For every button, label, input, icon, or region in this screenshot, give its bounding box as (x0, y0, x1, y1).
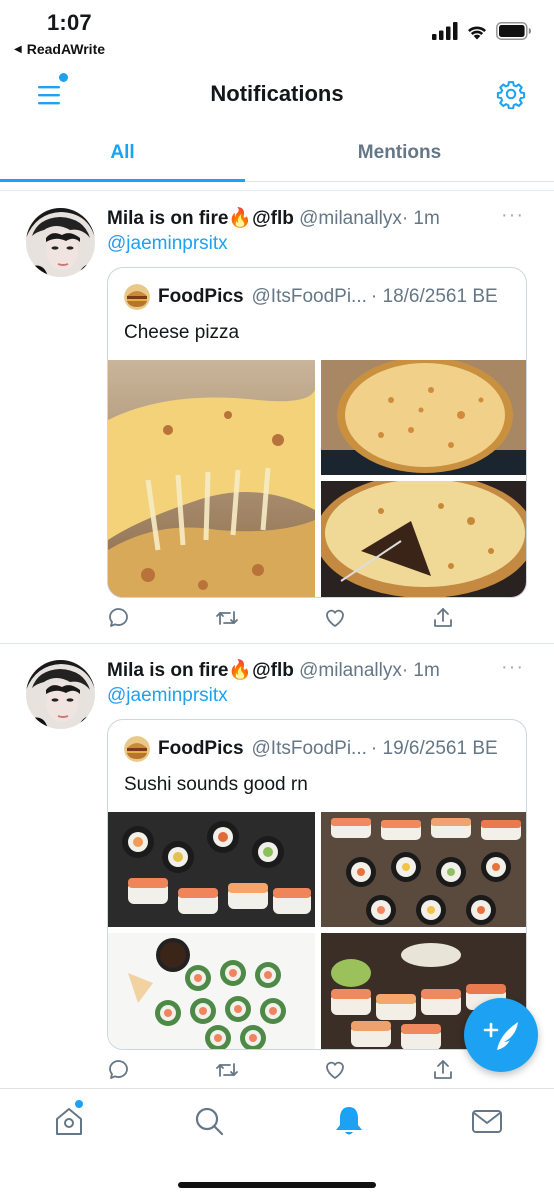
mail-icon[interactable] (470, 1104, 504, 1138)
menu-notification-dot (59, 73, 68, 82)
user-name-suffix: @flb (252, 660, 294, 681)
gear-icon[interactable] (496, 79, 526, 110)
fire-emoji: 🔥 (228, 660, 253, 681)
quoted-tweet-date: · 18/6/2561 BE (370, 286, 498, 307)
status-time: 1:07 (47, 10, 92, 35)
media-grid (108, 360, 526, 597)
share-icon[interactable] (431, 1058, 457, 1084)
quoted-tweet-header: FoodPics @ItsFoodPi... · 18/6/2561 BE (124, 284, 498, 310)
tweet-actions (107, 1058, 487, 1088)
media-image[interactable] (321, 481, 526, 597)
tweet-time: · 1m (401, 208, 440, 229)
mention-link[interactable]: @jaeminprsitx (107, 233, 228, 255)
reply-icon[interactable] (107, 1058, 133, 1084)
fire-emoji: 🔥 (228, 208, 253, 229)
tweet-actions (107, 606, 487, 636)
active-tab-indicator (0, 179, 245, 182)
back-app-label: ReadAWrite (26, 41, 106, 57)
avatar (124, 736, 150, 762)
quoted-tweet-date: · 19/6/2561 BE (370, 738, 498, 759)
media-image[interactable] (321, 812, 526, 927)
tweet[interactable]: Mila is on fire🔥@flb @milanallyx· 1m @ja… (0, 192, 554, 644)
media-image[interactable] (108, 360, 315, 597)
retweet-icon[interactable] (215, 1058, 241, 1084)
wifi-icon (468, 25, 486, 39)
quoted-user-handle: @ItsFoodPi... (251, 286, 367, 307)
back-to-app-link[interactable]: ◀ ReadAWrite (14, 41, 105, 57)
like-icon[interactable] (323, 606, 349, 632)
quoted-user-name: FoodPics (158, 738, 244, 759)
retweet-icon[interactable] (215, 606, 241, 632)
share-icon[interactable] (431, 606, 457, 632)
home-notification-dot (75, 1100, 83, 1108)
quoted-tweet-header: FoodPics @ItsFoodPi... · 19/6/2561 BE (124, 736, 498, 762)
media-image[interactable] (108, 812, 315, 927)
top-navbar: Notifications (0, 64, 554, 128)
tweet-header: Mila is on fire🔥@flb @milanallyx· 1m (107, 206, 440, 230)
like-icon[interactable] (323, 1058, 349, 1084)
tab-mentions[interactable]: Mentions (245, 142, 554, 164)
media-image[interactable] (321, 360, 526, 475)
quoted-tweet-text: Sushi sounds good rn (124, 774, 308, 795)
battery-icon (496, 22, 531, 40)
search-icon[interactable] (192, 1104, 226, 1138)
tweet-header: Mila is on fire🔥@flb @milanallyx· 1m (107, 658, 440, 682)
user-handle: @milanallyx (299, 208, 402, 229)
back-arrow-icon: ◀ (14, 43, 22, 55)
avatar (124, 284, 150, 310)
user-name-suffix: @flb (252, 208, 294, 229)
quoted-user-name: FoodPics (158, 286, 244, 307)
mention-link[interactable]: @jaeminprsitx (107, 685, 228, 707)
tweet-time: · 1m (401, 660, 440, 681)
home-indicator (178, 1182, 376, 1188)
bell-icon[interactable] (332, 1104, 366, 1138)
cellular-signal-icon (432, 22, 458, 40)
notification-tabs: All Mentions (0, 128, 554, 182)
avatar[interactable] (26, 208, 95, 277)
avatar[interactable] (26, 660, 95, 729)
tab-all[interactable]: All (0, 142, 245, 164)
divider (0, 190, 554, 191)
page-title: Notifications (210, 81, 344, 106)
compose-icon (483, 1022, 518, 1050)
quoted-tweet-text: Cheese pizza (124, 322, 240, 343)
compose-tweet-button[interactable] (464, 998, 538, 1072)
user-handle: @milanallyx (299, 660, 402, 681)
status-icons (432, 22, 532, 40)
status-bar: 1:07 ◀ ReadAWrite (0, 0, 554, 64)
user-name[interactable]: Mila is on fire (107, 660, 228, 681)
more-options-icon[interactable]: ··· (501, 204, 524, 227)
home-icon[interactable] (52, 1104, 86, 1138)
more-options-icon[interactable]: ··· (501, 656, 524, 679)
media-image[interactable] (108, 933, 315, 1049)
quoted-user-handle: @ItsFoodPi... (251, 738, 367, 759)
user-name[interactable]: Mila is on fire (107, 208, 228, 229)
reply-icon[interactable] (107, 606, 133, 632)
quoted-tweet[interactable]: FoodPics @ItsFoodPi... · 18/6/2561 BE Che… (107, 267, 527, 598)
